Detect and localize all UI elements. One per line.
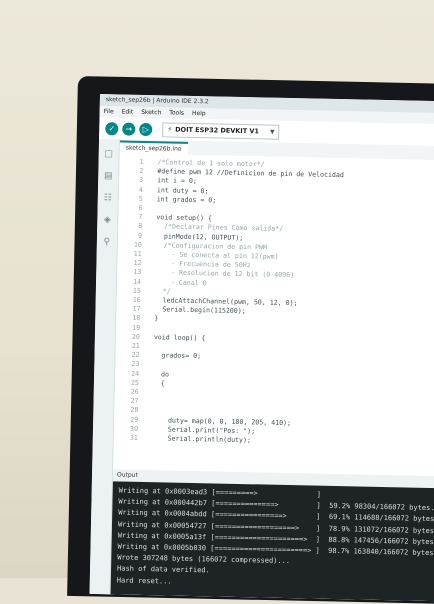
line-number: 8 [138,222,143,231]
menu-help[interactable]: Help [192,110,206,117]
line-number: 30 [129,424,139,433]
line-number: 7 [138,213,143,222]
chevron-down-icon: ▼ [269,128,275,136]
menu-file[interactable]: File [104,108,114,115]
editor-pane: sketch_sep26b.ino 1 2 3 4 5 6 7 8 9 10 11 12 13 14 15 1… [110,139,434,602]
line-number: 29 [130,415,139,424]
line-number: 20 [131,332,141,341]
line-number: 21 [131,341,140,350]
line-number: 12 [133,258,142,268]
line-number: 28 [130,406,139,415]
line-number: 3 [139,176,144,185]
folder-icon[interactable]: □ [104,149,114,159]
line-number: 16 [132,295,141,304]
debug-button[interactable]: ▷ [139,122,153,136]
line-number: 15 [132,286,141,295]
boards-manager-icon[interactable]: ▤ [103,171,113,181]
line-number: 23 [131,360,140,369]
search-icon[interactable]: ⚲ [102,237,112,247]
line-number: 14 [133,277,142,286]
line-number: 25 [130,378,140,387]
board-name: DOIT ESP32 DEVKIT V1 [175,125,260,136]
line-number: 11 [133,249,142,258]
board-selector[interactable]: ⚡ DOIT ESP32 DEVKIT V1 ▼ [162,121,280,140]
ide-window: sketch_sep26b | Arduino IDE 2.3.2 File E… [89,94,434,602]
menu-edit[interactable]: Edit [122,108,134,115]
line-number: 2 [139,167,144,176]
main-area: □ ▤ ☷ ◈ ⚲ sketch_sep26b.ino 1 2 3 4 5 6 7 8 9 10 1… [89,138,434,602]
line-number: 26 [130,387,139,396]
line-number: 31 [129,433,138,442]
verify-button[interactable]: ✓ [105,121,119,135]
line-number: 13 [133,268,142,277]
library-icon[interactable]: ☷ [103,193,113,203]
output-console: Writing at 0x0003ead3 [=========> ] Writi… [110,481,434,602]
usb-icon: ⚡ [167,125,173,134]
line-number: 27 [130,396,139,406]
line-number: 6 [138,203,143,212]
line-number: 5 [138,194,143,203]
menu-tools[interactable]: Tools [169,109,184,116]
line-number: 22 [131,350,140,360]
line-number: 9 [137,231,143,240]
line-number: 24 [131,369,140,378]
line-number: 17 [132,304,141,314]
line-number: 10 [133,240,142,249]
menu-sketch[interactable]: Sketch [141,109,161,116]
line-number: 19 [132,323,141,332]
upload-button[interactable]: → [122,121,136,136]
debug-icon[interactable]: ◈ [102,215,112,225]
line-number: 4 [138,185,144,194]
line-number: 1 [139,157,144,166]
line-number: 18 [132,314,141,323]
